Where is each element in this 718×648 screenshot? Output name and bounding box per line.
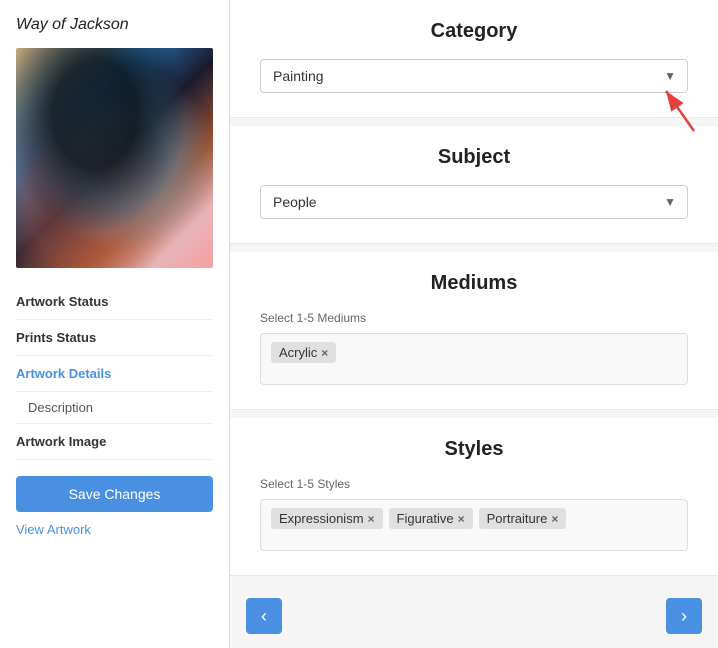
sidebar-item-prints-status[interactable]: Prints Status (16, 320, 213, 356)
style-tag-remove-expressionism[interactable]: × (368, 512, 375, 526)
medium-tag-label: Acrylic (279, 345, 317, 360)
styles-sublabel: Select 1-5 Styles (260, 477, 688, 491)
sidebar-item-artwork-status[interactable]: Artwork Status (16, 284, 213, 320)
styles-section: Styles Select 1-5 Styles Expressionism ×… (230, 418, 718, 576)
category-select[interactable]: Painting Drawing Photography Sculpture D… (260, 59, 688, 93)
category-title: Category (260, 20, 688, 43)
subject-title: Subject (260, 146, 688, 169)
styles-tags-container[interactable]: Expressionism × Figurative × Portraiture… (260, 499, 688, 551)
style-tag-label: Figurative (397, 511, 454, 526)
sidebar-item-artwork-image[interactable]: Artwork Image (16, 424, 213, 460)
mediums-section: Mediums Select 1-5 Mediums Acrylic × (230, 252, 718, 410)
pagination: ‹ › (230, 584, 718, 648)
mediums-title: Mediums (260, 272, 688, 295)
artwork-thumbnail (16, 48, 213, 268)
subject-section: Subject People Abstract Landscape Still … (230, 126, 718, 244)
style-tag-portraiture: Portraiture × (479, 508, 567, 529)
subject-select-wrapper: People Abstract Landscape Still Life Ani… (260, 185, 688, 219)
category-select-wrapper: Painting Drawing Photography Sculpture D… (260, 59, 688, 93)
pagination-next-button[interactable]: › (666, 598, 702, 634)
category-section: Category Painting Drawing Photography Sc… (230, 0, 718, 118)
medium-tag-remove-acrylic[interactable]: × (321, 346, 328, 360)
mediums-tags-container[interactable]: Acrylic × (260, 333, 688, 385)
style-tag-label: Expressionism (279, 511, 364, 526)
sidebar-navigation: Artwork Status Prints Status Artwork Det… (16, 284, 213, 460)
main-content: Category Painting Drawing Photography Sc… (230, 0, 718, 648)
styles-title: Styles (260, 438, 688, 461)
save-changes-button[interactable]: Save Changes (16, 476, 213, 512)
style-tag-figurative: Figurative × (389, 508, 473, 529)
style-tag-expressionism: Expressionism × (271, 508, 383, 529)
sidebar: Way of Jackson Artwork Status Prints Sta… (0, 0, 230, 648)
view-artwork-link[interactable]: View Artwork (16, 522, 213, 537)
artwork-title: Way of Jackson (16, 16, 213, 34)
style-tag-label: Portraiture (487, 511, 548, 526)
style-tag-remove-portraiture[interactable]: × (551, 512, 558, 526)
sidebar-item-description[interactable]: Description (16, 392, 213, 424)
mediums-sublabel: Select 1-5 Mediums (260, 311, 688, 325)
sidebar-item-artwork-details[interactable]: Artwork Details (16, 356, 213, 392)
pagination-prev-button[interactable]: ‹ (246, 598, 282, 634)
style-tag-remove-figurative[interactable]: × (458, 512, 465, 526)
medium-tag-acrylic: Acrylic × (271, 342, 336, 363)
subject-select[interactable]: People Abstract Landscape Still Life Ani… (260, 185, 688, 219)
